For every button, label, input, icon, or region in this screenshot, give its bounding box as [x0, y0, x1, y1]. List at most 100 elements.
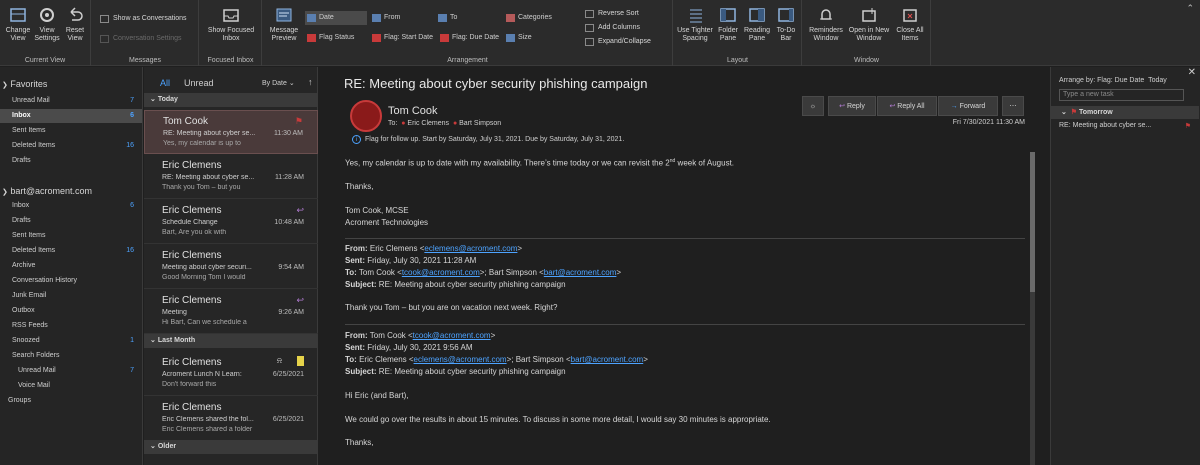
message-item[interactable]: Eric Clemens RE: Meeting about cyber se..…	[144, 155, 318, 199]
recipient[interactable]: Bart Simpson	[459, 120, 501, 127]
from-icon	[372, 14, 381, 22]
arrange-flag-start[interactable]: Flag: Start Date	[370, 31, 436, 45]
tab-unread[interactable]: Unread	[184, 78, 214, 88]
reply-all-button[interactable]: ↩ Reply All	[877, 96, 937, 116]
task-item[interactable]: RE: Meeting about cyber se... ⚑	[1059, 122, 1199, 130]
change-view-button[interactable]: Change View	[3, 6, 33, 43]
folder-item[interactable]: Inbox 6	[0, 199, 142, 213]
arrange-size[interactable]: Size	[504, 31, 572, 45]
gear-icon	[38, 6, 56, 24]
folder-item[interactable]: Search Folders	[0, 349, 142, 363]
chevron-down-icon: ❯	[2, 82, 8, 89]
flag-icon[interactable]: ⚑	[295, 116, 303, 127]
folder-item[interactable]: Junk Email	[0, 289, 142, 303]
add-columns-button[interactable]: Add Columns	[585, 21, 640, 35]
todo-bar-button[interactable]: To-Do Bar	[772, 6, 800, 43]
folder-item[interactable]: Deleted Items 16	[0, 139, 142, 153]
group-header-today[interactable]: ⌄ Today	[144, 93, 318, 107]
reset-view-button[interactable]: Reset View	[61, 6, 89, 43]
email-link[interactable]: bart@acroment.com	[544, 268, 617, 277]
message-preview-button[interactable]: Message Preview	[266, 6, 302, 43]
reverse-sort-button[interactable]: Reverse Sort	[585, 7, 639, 21]
message-item[interactable]: Tom Cook RE: Meeting about cyber se... Yes…	[144, 110, 318, 154]
reply-all-icon: ↩	[889, 103, 896, 110]
tab-all[interactable]: All	[160, 78, 170, 88]
folder-item[interactable]: Conversation History	[0, 274, 142, 288]
show-focused-inbox-button[interactable]: Show Focused Inbox	[204, 6, 258, 43]
category-tag[interactable]	[297, 356, 304, 366]
sort-direction-icon[interactable]: ↑	[308, 77, 313, 87]
email-link[interactable]: tcook@acroment.com	[413, 331, 491, 340]
email-link[interactable]: tcook@acroment.com	[402, 268, 480, 277]
forward-button[interactable]: → Forward	[938, 96, 998, 116]
folder-item[interactable]: Archive	[0, 259, 142, 273]
folder-item[interactable]: Deleted Items 16	[0, 244, 142, 258]
todo-arrange-label[interactable]: Arrange by: Flag: Due Date Today	[1059, 77, 1167, 84]
folder-item[interactable]: Outbox	[0, 304, 142, 318]
unread-count: 1	[130, 337, 134, 344]
sender-name[interactable]: Tom Cook	[388, 105, 438, 117]
more-options-button[interactable]: ⋯	[1002, 96, 1024, 116]
message-sender: Eric Clemens	[162, 160, 222, 171]
message-item[interactable]: Eric Clemens Schedule Change Bart, Are you…	[144, 200, 318, 244]
folder-item[interactable]: Unread Mail 7	[0, 364, 142, 378]
avatar[interactable]	[350, 100, 382, 132]
favorites-header[interactable]: ❯ Favorites	[2, 79, 47, 89]
ribbon: Change View View Settings Reset View Cur…	[0, 0, 1200, 66]
group-header-last-month[interactable]: ⌄ Last Month	[144, 334, 318, 348]
flag-icon[interactable]: ⚑	[1185, 122, 1191, 130]
message-item[interactable]: Eric Clemens Eric Clemens shared the fol.…	[144, 397, 318, 441]
sort-dropdown[interactable]: By Date ⌄	[262, 79, 295, 87]
tighter-spacing-button[interactable]: Use Tighter Spacing	[676, 6, 714, 43]
open-new-window-button[interactable]: Open in New Window	[847, 6, 891, 43]
folder-item[interactable]: Sent Items	[0, 124, 142, 138]
pane-icon	[748, 6, 766, 24]
message-preview: Hi Bart, Can we schedule a	[162, 319, 247, 326]
pane-icon	[777, 6, 795, 24]
arrange-flag-status[interactable]: Flag Status	[305, 31, 367, 45]
group-header-older[interactable]: ⌄ Older	[144, 440, 318, 454]
reply-button[interactable]: ↩ Reply	[828, 96, 876, 116]
message-item[interactable]: Eric Clemens Acroment Lunch N Learn: Don't…	[144, 352, 318, 396]
folder-item[interactable]: Groups	[0, 394, 142, 408]
close-all-items-button[interactable]: Close All Items	[891, 6, 929, 43]
folder-item[interactable]: Voice Mail	[0, 379, 142, 393]
arrange-flag-due[interactable]: Flag: Due Date	[438, 31, 502, 45]
folder-item[interactable]: Drafts	[0, 154, 142, 168]
folder-item[interactable]: Sent Items	[0, 229, 142, 243]
presence-icon: ●	[401, 120, 406, 127]
arrange-categories[interactable]: Categories	[504, 11, 572, 25]
folder-item[interactable]: RSS Feeds	[0, 319, 142, 333]
email-link[interactable]: bart@acroment.com	[571, 355, 644, 364]
scrollbar[interactable]	[1030, 152, 1035, 465]
message-item[interactable]: Eric Clemens Meeting about cyber securi..…	[144, 245, 318, 289]
folder-item[interactable]: Unread Mail 7	[0, 94, 142, 108]
scrollbar-thumb[interactable]	[1030, 152, 1035, 292]
email-link[interactable]: eclemens@acroment.com	[414, 355, 507, 364]
new-task-input[interactable]: Type a new task	[1059, 89, 1184, 101]
message-subject: Schedule Change	[162, 219, 218, 226]
message-item[interactable]: Eric Clemens Meeting Hi Bart, Can we sched…	[144, 290, 318, 334]
email-link[interactable]: eclemens@acroment.com	[424, 244, 517, 253]
folder-pane-button[interactable]: Folder Pane	[714, 6, 742, 43]
folder-item[interactable]: Inbox 6	[0, 109, 142, 123]
folder-item[interactable]: Snoozed 1	[0, 334, 142, 348]
expand-collapse-button[interactable]: Expand/Collapse	[585, 35, 651, 49]
arrange-date[interactable]: Date	[305, 11, 367, 25]
account-header[interactable]: ❯ bart@acroment.com	[2, 186, 92, 196]
message-list: All Unread By Date ⌄ ↑ ⌄ Today Tom Cook R…	[144, 67, 318, 465]
arrange-from[interactable]: From	[370, 11, 432, 25]
group-header-tomorrow[interactable]: ⌄ ⚑ Tomorrow	[1051, 106, 1199, 119]
arrange-to[interactable]: To	[436, 11, 498, 25]
reading-pane-button[interactable]: Reading Pane	[742, 6, 772, 43]
recipient[interactable]: Eric Clemens	[407, 120, 449, 127]
conversation-settings-button[interactable]: Conversation Settings	[100, 32, 181, 46]
show-as-conversations-checkbox[interactable]: Show as Conversations	[100, 12, 187, 26]
reminders-window-button[interactable]: Reminders Window	[805, 6, 847, 43]
folder-item[interactable]: Drafts	[0, 214, 142, 228]
smiley-icon[interactable]: ☼	[802, 96, 824, 116]
divider	[345, 238, 1025, 239]
view-settings-button[interactable]: View Settings	[32, 6, 62, 43]
collapse-ribbon-icon[interactable]: ⌃	[1186, 3, 1194, 14]
close-icon[interactable]: ✕	[1188, 67, 1196, 78]
